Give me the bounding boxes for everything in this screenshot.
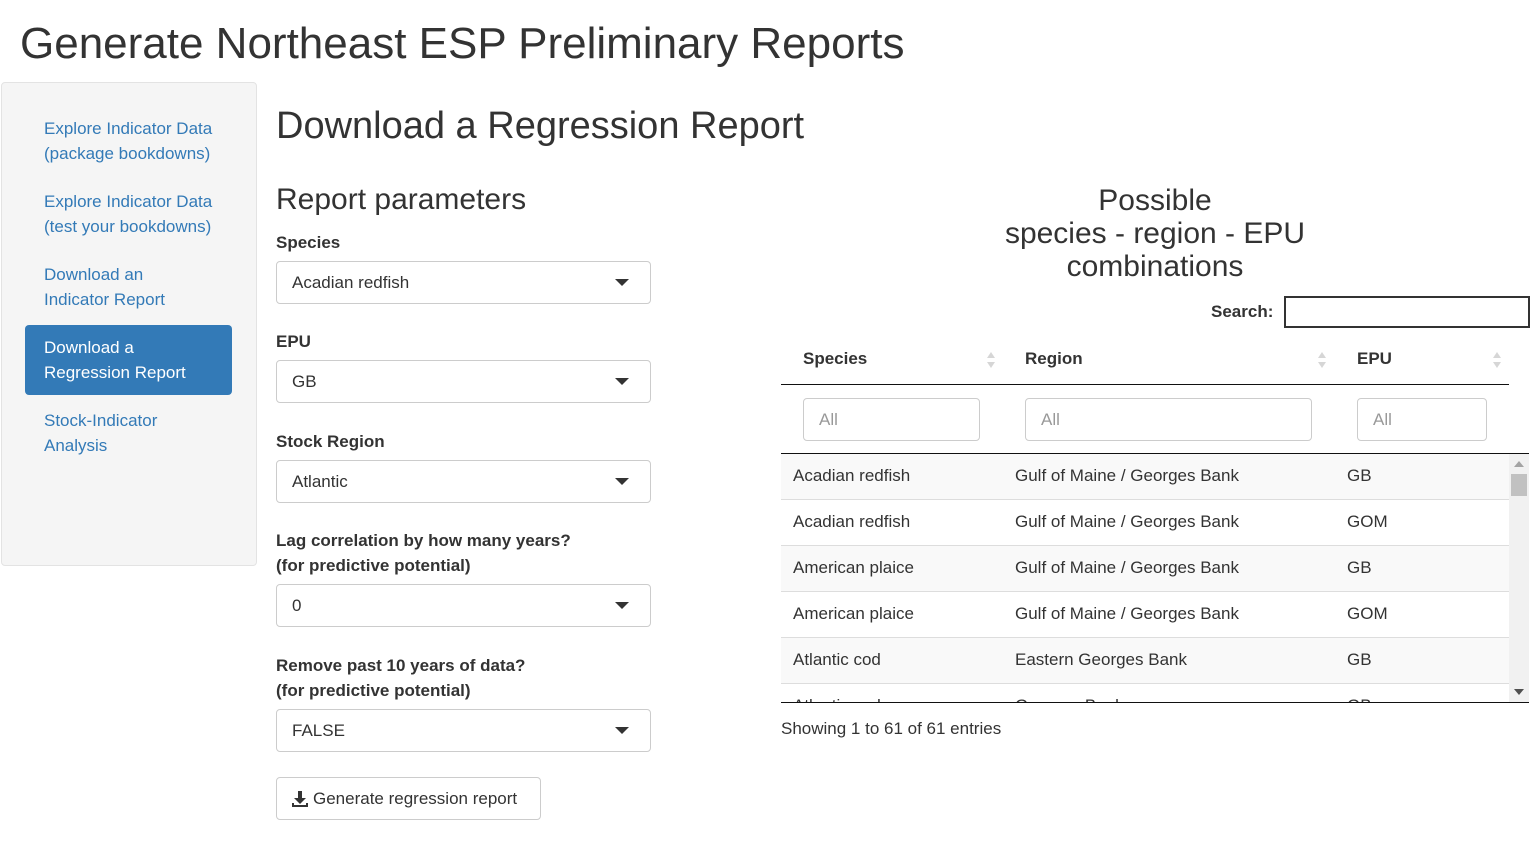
species-select-value: Acadian redfish — [292, 273, 410, 292]
cell-epu: GOM — [1347, 604, 1388, 623]
cell-epu: GB — [1347, 650, 1372, 669]
table-row[interactable]: Atlantic cod Georges Bank GB — [781, 684, 1509, 702]
sidebar-item-explore-test-bookdowns[interactable]: Explore Indicator Data (test your bookdo… — [25, 179, 232, 249]
column-header-region[interactable]: Region — [1025, 346, 1083, 372]
caret-down-icon — [615, 279, 629, 286]
sort-icon — [1493, 352, 1501, 368]
scroll-up-icon[interactable] — [1514, 461, 1524, 467]
cell-species: American plaice — [793, 604, 914, 623]
cell-species: Acadian redfish — [793, 466, 911, 485]
cell-species: American plaice — [793, 558, 914, 577]
epu-select[interactable]: GB — [276, 360, 651, 403]
table-row[interactable]: American plaice Gulf of Maine / Georges … — [781, 592, 1509, 638]
epu-label: EPU — [276, 332, 311, 351]
scroll-down-icon[interactable] — [1514, 689, 1524, 695]
cell-region: Gulf of Maine / Georges Bank — [1015, 466, 1239, 485]
table-scrollbar[interactable] — [1509, 454, 1529, 702]
cell-epu: GB — [1347, 684, 1372, 702]
remove-select-value: FALSE — [292, 721, 345, 740]
sidebar-nav: Explore Indicator Data (package bookdown… — [1, 82, 257, 566]
cell-region: Gulf of Maine / Georges Bank — [1015, 512, 1239, 531]
column-header-species[interactable]: Species — [803, 346, 867, 372]
remove-label-line2: (for predictive potential) — [276, 681, 471, 700]
cell-species: Acadian redfish — [793, 512, 911, 531]
cell-species: Atlantic cod — [793, 650, 881, 669]
generate-button-label: Generate regression report — [313, 788, 518, 808]
lag-label-line2: (for predictive potential) — [276, 556, 471, 575]
region-filter-input[interactable]: All — [1025, 398, 1312, 441]
remove-select[interactable]: FALSE — [276, 709, 651, 752]
lag-label: Lag correlation by how many years? (for … — [276, 528, 571, 578]
sidebar-item-download-regression-report[interactable]: Download a Regression Report — [25, 325, 232, 395]
combinations-table[interactable]: Acadian redfish Gulf of Maine / Georges … — [781, 454, 1529, 703]
cell-region: Gulf of Maine / Georges Bank — [1015, 558, 1239, 577]
remove-label: Remove past 10 years of data? (for predi… — [276, 653, 525, 703]
caret-down-icon — [615, 727, 629, 734]
table-row[interactable]: Acadian redfish Gulf of Maine / Georges … — [781, 500, 1509, 546]
cell-species: Atlantic cod — [793, 684, 881, 702]
caret-down-icon — [615, 478, 629, 485]
table-info: Showing 1 to 61 of 61 entries — [781, 719, 1002, 738]
sidebar-item-explore-package-bookdowns[interactable]: Explore Indicator Data (package bookdown… — [25, 106, 232, 176]
caret-down-icon — [615, 378, 629, 385]
table-row[interactable]: Atlantic cod Eastern Georges Bank GB — [781, 638, 1509, 684]
download-icon — [292, 790, 308, 807]
generate-regression-report-button[interactable]: Generate regression report — [276, 777, 541, 820]
species-label: Species — [276, 233, 341, 252]
caret-down-icon — [615, 602, 629, 609]
remove-label-line1: Remove past 10 years of data? — [276, 656, 526, 675]
epu-filter-input[interactable]: All — [1357, 398, 1487, 441]
combinations-heading: Possible species - region - EPU combinat… — [980, 184, 1330, 283]
report-parameters-heading: Report parameters — [276, 183, 527, 216]
stock-region-select[interactable]: Atlantic — [276, 460, 651, 503]
species-select[interactable]: Acadian redfish — [276, 261, 651, 304]
column-header-epu[interactable]: EPU — [1357, 346, 1392, 372]
lag-select-value: 0 — [292, 596, 302, 615]
combinations-heading-line1: Possible — [1098, 184, 1212, 217]
cell-epu: GB — [1347, 558, 1372, 577]
sort-icon — [987, 352, 995, 368]
cell-epu: GOM — [1347, 512, 1388, 531]
table-row[interactable]: Acadian redfish Gulf of Maine / Georges … — [781, 454, 1509, 500]
cell-region: Eastern Georges Bank — [1015, 650, 1187, 669]
cell-region: Georges Bank — [1015, 684, 1124, 702]
cell-region: Gulf of Maine / Georges Bank — [1015, 604, 1239, 623]
lag-label-line1: Lag correlation by how many years? — [276, 531, 571, 550]
search-label: Search: — [1211, 302, 1274, 321]
sidebar-item-download-indicator-report[interactable]: Download an Indicator Report — [25, 252, 232, 322]
species-filter-input[interactable]: All — [803, 398, 980, 441]
scroll-thumb[interactable] — [1511, 474, 1527, 496]
table-row[interactable]: American plaice Gulf of Maine / Georges … — [781, 546, 1509, 592]
lag-select[interactable]: 0 — [276, 584, 651, 627]
stock-region-label: Stock Region — [276, 432, 385, 451]
page-title: Download a Regression Report — [276, 105, 805, 147]
stock-region-select-value: Atlantic — [292, 472, 348, 491]
epu-select-value: GB — [292, 372, 317, 391]
combinations-heading-line2: species - region - EPU — [1004, 217, 1306, 250]
combinations-heading-line3: combinations — [1066, 250, 1244, 283]
table-header-divider — [781, 384, 1509, 385]
sort-icon — [1318, 352, 1326, 368]
cell-epu: GB — [1347, 466, 1372, 485]
app-title: Generate Northeast ESP Preliminary Repor… — [20, 19, 905, 68]
search-input[interactable] — [1284, 296, 1530, 328]
sidebar-item-stock-indicator-analysis[interactable]: Stock-Indicator Analysis — [25, 398, 232, 468]
